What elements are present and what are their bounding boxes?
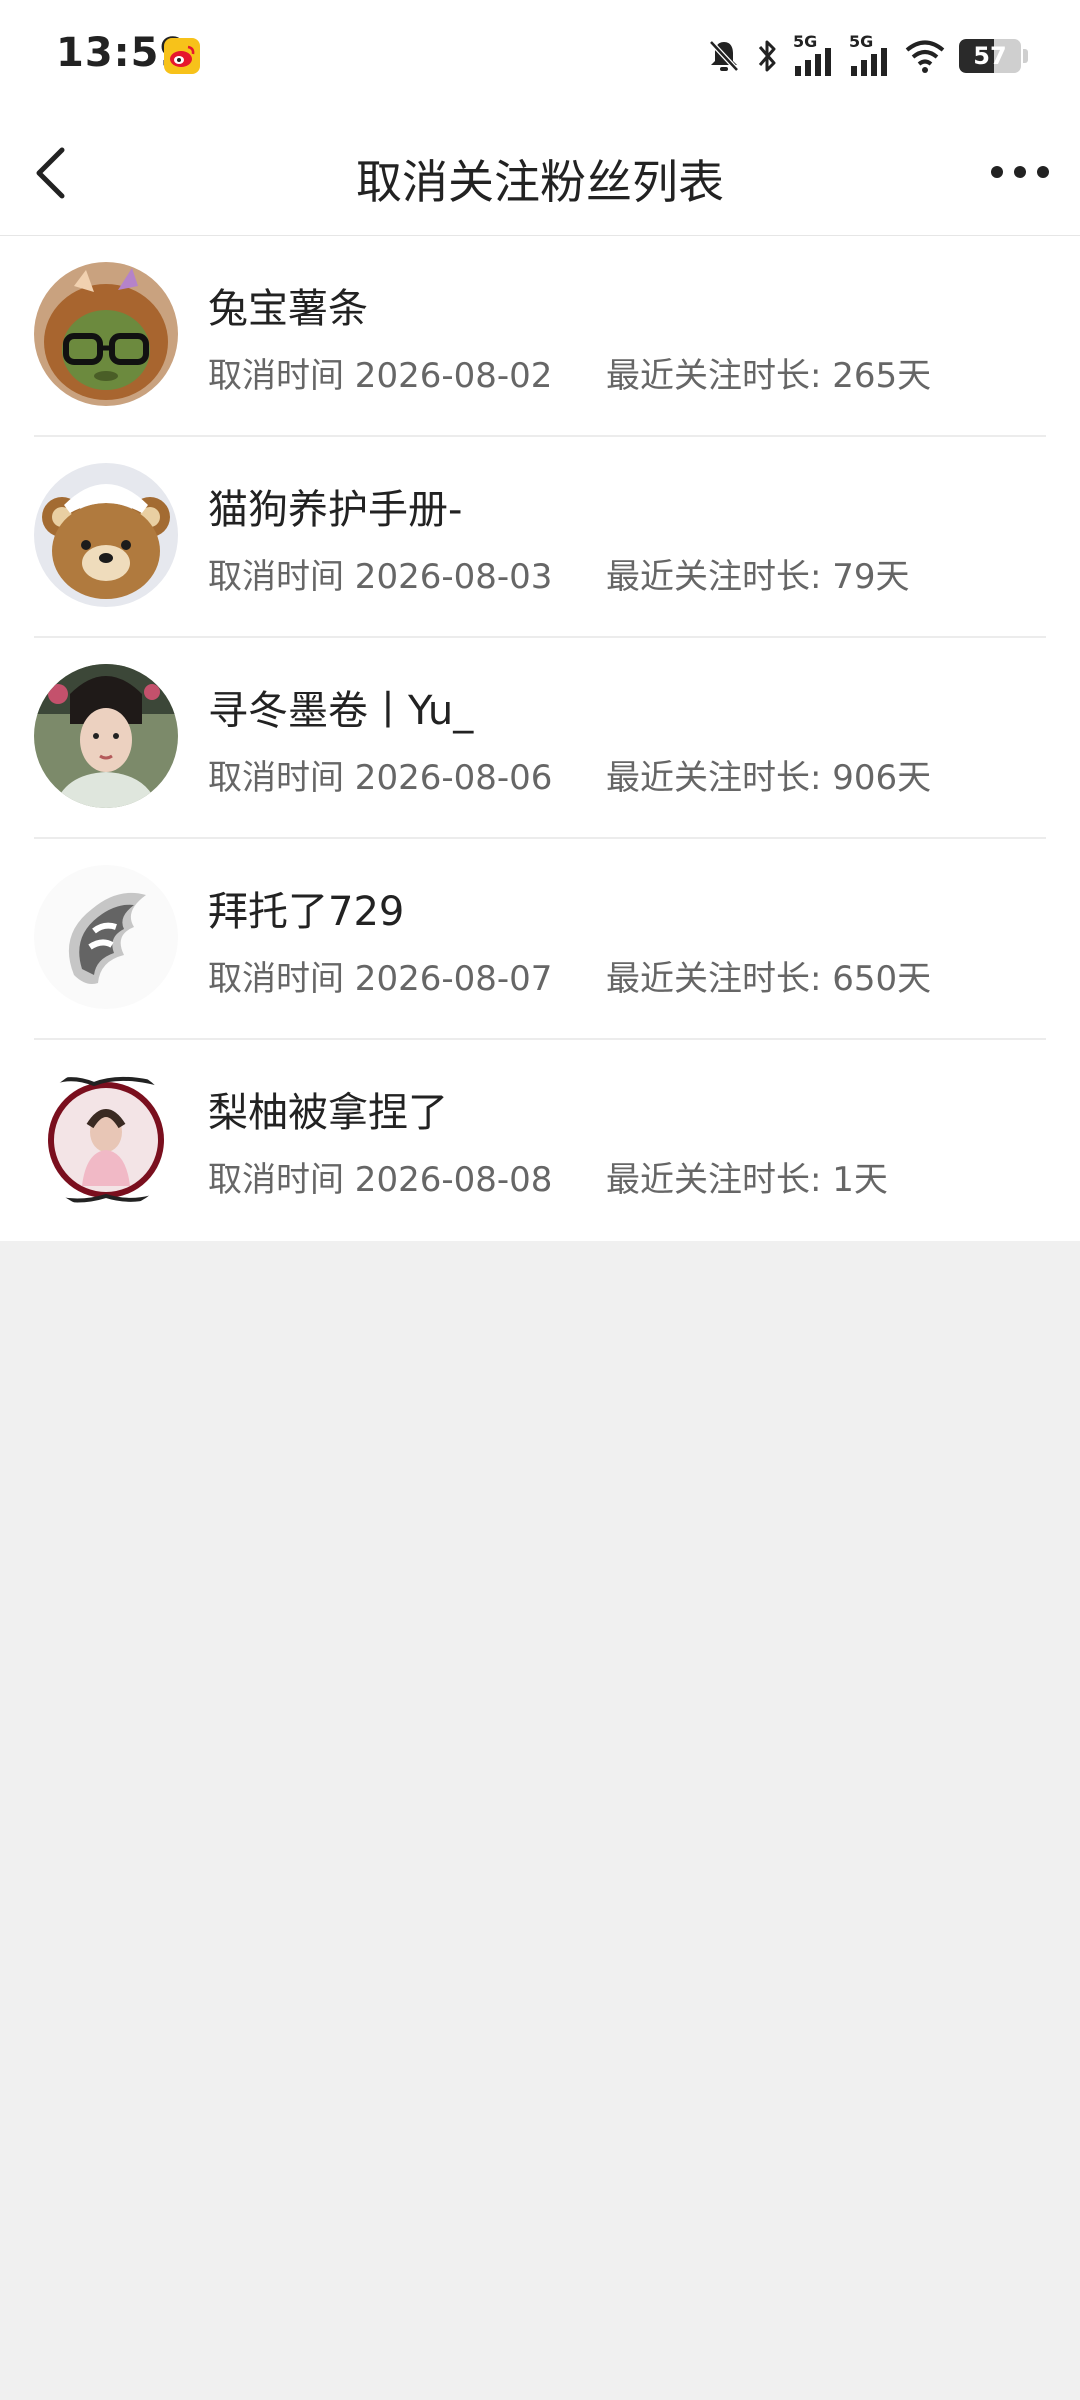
avatar[interactable] bbox=[34, 664, 178, 808]
list-item[interactable]: 寻冬墨卷丨Yu_ 取消时间 2026-08-06 最近关注时长: 906天 bbox=[0, 638, 1080, 839]
more-button[interactable] bbox=[980, 144, 1060, 200]
unfollowed-fans-list: 兔宝薯条 取消时间 2026-08-02 最近关注时长: 265天 猫狗养护手册… bbox=[0, 236, 1080, 1241]
nav-bar: 取消关注粉丝列表 bbox=[0, 110, 1080, 236]
avatar[interactable] bbox=[34, 262, 178, 406]
user-name[interactable]: 兔宝薯条 bbox=[208, 276, 368, 334]
avatar-blur-sketch-icon bbox=[34, 865, 178, 1009]
list-item[interactable]: 拜托了729 取消时间 2026-08-07 最近关注时长: 650天 bbox=[0, 839, 1080, 1040]
battery-tip bbox=[1023, 49, 1028, 63]
user-name[interactable]: 寻冬墨卷丨Yu_ bbox=[208, 678, 473, 736]
battery-icon: 57 bbox=[959, 39, 1021, 73]
mute-bell-icon bbox=[709, 40, 739, 72]
page-title: 取消关注粉丝列表 bbox=[356, 155, 724, 209]
unfollow-time: 取消时间 2026-08-08 bbox=[208, 1160, 553, 1200]
cellular-signal-icon: 5G bbox=[793, 32, 835, 76]
battery-level: 57 bbox=[973, 42, 1007, 70]
avatar[interactable] bbox=[34, 865, 178, 1009]
avatar[interactable] bbox=[34, 463, 178, 607]
avatar-teddy-bear-icon bbox=[34, 463, 178, 607]
avatar[interactable] bbox=[34, 1066, 178, 1210]
status-bar: 13:59 5G 5G 57 bbox=[0, 0, 1080, 110]
avatar-glasses-plush-icon bbox=[34, 262, 178, 406]
list-item[interactable]: 猫狗养护手册- 取消时间 2026-08-03 最近关注时长: 79天 bbox=[0, 437, 1080, 638]
bluetooth-icon bbox=[758, 40, 776, 72]
follow-duration: 最近关注时长: 906天 bbox=[606, 758, 932, 798]
status-icons: 5G 5G 57 bbox=[707, 32, 1028, 78]
follow-duration: 最近关注时长: 1天 bbox=[606, 1160, 888, 1200]
more-dots-icon bbox=[991, 166, 1049, 178]
unfollow-time: 取消时间 2026-08-03 bbox=[208, 557, 553, 597]
follow-duration: 最近关注时长: 79天 bbox=[606, 557, 910, 597]
user-name[interactable]: 猫狗养护手册- bbox=[208, 477, 462, 535]
unfollow-time: 取消时间 2026-08-07 bbox=[208, 959, 553, 999]
avatar-framed-photo-icon bbox=[34, 1066, 178, 1210]
user-name[interactable]: 拜托了729 bbox=[208, 879, 404, 937]
user-name[interactable]: 梨柚被拿捏了 bbox=[208, 1080, 448, 1138]
list-item[interactable]: 兔宝薯条 取消时间 2026-08-02 最近关注时长: 265天 bbox=[0, 236, 1080, 437]
unfollow-time: 取消时间 2026-08-02 bbox=[208, 356, 553, 396]
cellular-signal-icon: 5G bbox=[849, 32, 891, 76]
follow-duration: 最近关注时长: 650天 bbox=[606, 959, 932, 999]
list-item[interactable]: 梨柚被拿捏了 取消时间 2026-08-08 最近关注时长: 1天 bbox=[0, 1040, 1080, 1241]
unfollow-time: 取消时间 2026-08-06 bbox=[208, 758, 553, 798]
avatar-portrait-icon bbox=[34, 664, 178, 808]
weibo-notification-icon bbox=[164, 38, 200, 74]
follow-duration: 最近关注时长: 265天 bbox=[606, 356, 932, 396]
wifi-icon bbox=[905, 40, 945, 73]
